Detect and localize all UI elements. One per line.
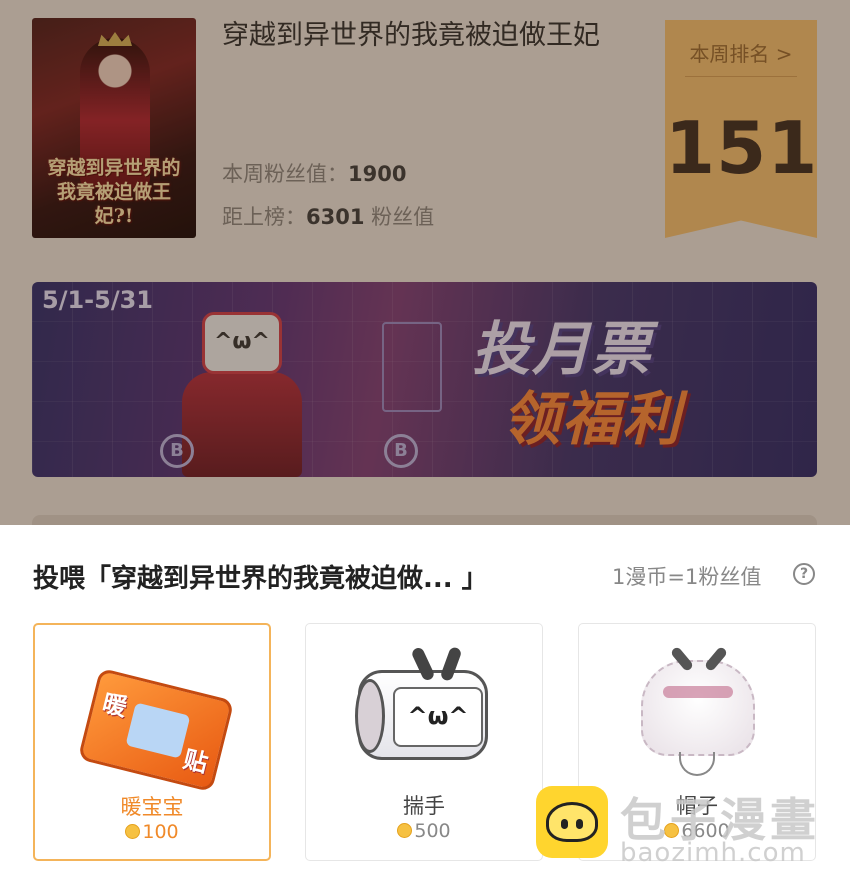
weekly-rank-badge[interactable]: 本周排名 > 151 <box>665 20 817 238</box>
next-card-edge <box>32 515 817 525</box>
banner-tv-sign <box>382 322 442 412</box>
rank-label: 本周排名 > <box>689 42 793 66</box>
crown-icon <box>98 32 132 46</box>
watermark-url: baozimh.com <box>620 838 806 868</box>
gift-card-muff[interactable]: ^ω^ 揣手 500 <box>305 623 543 861</box>
weekly-fans-stat: 本周粉丝值：1900 <box>222 158 406 188</box>
muff-icon: ^ω^ <box>306 624 542 784</box>
comic-info-background: 穿越到异世界的我竟被迫做王妃?! 穿越到异世界的我竟被迫做王妃 本周粉丝值：19… <box>0 0 850 525</box>
gift-price: 100 <box>35 821 269 843</box>
banner-tv-mascot: ^ω^ <box>182 312 302 477</box>
watermark-logo-icon <box>536 786 608 858</box>
hat-icon <box>579 624 815 784</box>
to-rank-unit: 粉丝值 <box>371 205 435 229</box>
coin-icon <box>397 823 413 838</box>
sheet-title: 投喂「穿越到异世界的我竟被迫做... 」 <box>33 564 488 594</box>
gift-name: 暖宝宝 <box>120 795 184 819</box>
gift-card-hand-warmer[interactable]: 暖 贴 暖宝宝 100 <box>33 623 271 861</box>
coin-icon <box>125 824 141 839</box>
monthly-vote-banner[interactable]: 5/1-5/31 ^ω^ B B 投月票 领福利 <box>32 282 817 477</box>
help-icon[interactable]: ? <box>793 563 815 585</box>
weekly-fans-label: 本周粉丝值： <box>222 162 348 186</box>
gift-price: 500 <box>306 820 542 842</box>
gift-name: 揣手 <box>403 794 445 818</box>
exchange-rate-text: 1漫币=1粉丝值 <box>612 565 762 589</box>
banner-date-range: 5/1-5/31 <box>42 286 153 314</box>
cover-title-art: 穿越到异世界的我竟被迫做王妃?! <box>47 157 181 227</box>
comic-cover-image[interactable]: 穿越到异世界的我竟被迫做王妃?! <box>32 18 196 238</box>
rank-divider <box>685 76 797 77</box>
to-rank-value: 6301 <box>306 205 365 229</box>
bilibili-logo-icon: B <box>160 434 194 468</box>
hand-warmer-icon: 暖 贴 <box>35 625 269 793</box>
mascot-head: ^ω^ <box>202 312 282 374</box>
weekly-fans-value: 1900 <box>348 162 407 186</box>
mascot-body <box>182 372 302 477</box>
rank-number: 151 <box>665 106 819 190</box>
to-rank-label: 距上榜： <box>222 205 306 229</box>
banner-subheadline: 领福利 <box>502 385 683 453</box>
comic-title: 穿越到异世界的我竟被迫做王妃 <box>222 20 600 51</box>
bilibili-logo-icon: B <box>384 434 418 468</box>
distance-to-rank-stat: 距上榜：6301 粉丝值 <box>222 201 434 231</box>
